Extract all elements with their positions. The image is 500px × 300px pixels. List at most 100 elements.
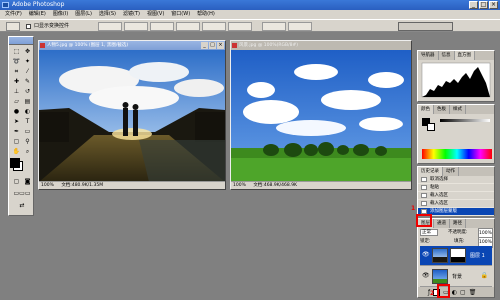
tab-paths[interactable]: 路径 <box>450 219 466 228</box>
menu-edit[interactable]: 编辑(E) <box>29 10 46 19</box>
layer-mask-thumbnail[interactable] <box>450 248 466 263</box>
shape-tool-icon[interactable]: ▭ <box>22 127 33 136</box>
show-transform-checkbox[interactable] <box>26 24 31 29</box>
maximize-button[interactable]: □ <box>479 1 488 9</box>
document-window-portrait[interactable]: 人物5.jpg @ 100% (图层 1, 黑圈/截选) _ □ × 100% 文档… <box>38 40 226 190</box>
menu-image[interactable]: 图像(I) <box>53 10 68 19</box>
lock-label: 锁定: <box>420 239 431 244</box>
layers-panel: 图层 通道 路径 正常 不透明度: 100% 锁定: 填充: 100% 👁 图层… <box>417 218 495 298</box>
healing-brush-tool-icon[interactable]: ✚ <box>11 77 22 86</box>
doc-close-button[interactable]: × <box>217 42 224 49</box>
delete-layer-icon[interactable]: 🗑 <box>469 289 477 296</box>
foreground-color-swatch[interactable] <box>10 158 20 168</box>
brush-tool-icon[interactable]: ✎ <box>22 77 33 86</box>
tab-channels[interactable]: 通道 <box>434 219 450 228</box>
layer-name: 背景 <box>452 274 463 280</box>
distribute-bottom-button[interactable] <box>288 22 312 31</box>
tab-history[interactable]: 历史记录 <box>418 167 443 176</box>
doc-minimize-button[interactable]: _ <box>201 42 208 49</box>
photoshop-app-icon <box>2 2 9 8</box>
align-left-button[interactable] <box>176 22 200 31</box>
magic-wand-tool-icon[interactable]: ✦ <box>22 57 33 66</box>
new-layer-icon[interactable]: ▢ <box>460 289 466 296</box>
blur-tool-icon[interactable]: ● <box>11 107 22 116</box>
visibility-eye-icon[interactable]: 👁 <box>422 273 430 279</box>
crop-tool-icon[interactable]: ⌗ <box>11 67 22 76</box>
align-middle-button[interactable] <box>124 22 148 31</box>
annotation-step-2: 2 <box>430 290 435 297</box>
color-background-swatch[interactable] <box>427 123 435 131</box>
menu-file[interactable]: 文件(F) <box>5 10 22 19</box>
history-item[interactable]: 取消选择 <box>418 176 494 184</box>
clone-stamp-tool-icon[interactable]: ⊥ <box>11 87 22 96</box>
screen-mode-icons[interactable]: ▭▭▭ <box>11 189 33 198</box>
dodge-tool-icon[interactable]: ◐ <box>22 107 33 116</box>
type-tool-icon[interactable]: T <box>22 117 33 126</box>
slice-tool-icon[interactable]: ⁄ <box>22 67 33 76</box>
visibility-eye-icon[interactable]: 👁 <box>422 252 430 258</box>
menu-select[interactable]: 选择(S) <box>99 10 116 19</box>
status-bar-portrait: 100% 文档:480.9K/1.35M <box>39 181 225 189</box>
tab-navigator[interactable]: 导航器 <box>418 51 439 60</box>
show-transform-label: 口显示变换控件 <box>34 23 70 29</box>
menu-window[interactable]: 窗口(W) <box>171 10 190 19</box>
menu-help[interactable]: 帮助(H) <box>197 10 215 19</box>
quick-mask-mode-icon[interactable]: ◙ <box>22 177 33 186</box>
eyedropper-tool-icon[interactable]: ⚲ <box>22 137 33 146</box>
align-center-button[interactable] <box>202 22 226 31</box>
move-tool-icon[interactable]: ✥ <box>22 47 33 56</box>
menu-view[interactable]: 视图(V) <box>147 10 164 19</box>
minimize-button[interactable]: _ <box>469 1 478 9</box>
zoom-tool-icon[interactable]: ⌕ <box>22 147 33 156</box>
distribute-top-button[interactable] <box>262 22 286 31</box>
standard-mode-icon[interactable]: ▢ <box>11 177 22 186</box>
hand-tool-icon[interactable]: ✋ <box>11 147 22 156</box>
layer-row-background[interactable]: 👁 背景 🔒 <box>420 267 492 287</box>
align-top-button[interactable] <box>98 22 122 31</box>
document-title-portrait: 人物5.jpg @ 100% (图层 1, 黑圈/截选) <box>47 43 129 48</box>
new-adjustment-layer-icon[interactable]: ◐ <box>452 289 457 296</box>
tab-swatches[interactable]: 色板 <box>434 105 450 114</box>
tab-styles[interactable]: 样式 <box>450 105 466 114</box>
doc-maximize-button[interactable]: □ <box>209 42 216 49</box>
close-button[interactable]: × <box>489 1 498 9</box>
path-selection-tool-icon[interactable]: ➤ <box>11 117 22 126</box>
menu-layer[interactable]: 图层(L) <box>75 10 92 19</box>
document-window-landscape[interactable]: 风景.jpg @ 100%(RGB/8#) 100% 文档:468.9K/468… <box>230 40 412 190</box>
layer-row-layer1[interactable]: 👁 图层 1 <box>420 246 492 266</box>
blend-opacity-row: 正常 不透明度: 100% <box>418 228 494 239</box>
history-brush-tool-icon[interactable]: ↺ <box>22 87 33 96</box>
color-panel: 颜色 色板 样式 <box>417 104 495 164</box>
align-right-button[interactable] <box>228 22 252 31</box>
canvas-landscape-image[interactable] <box>231 50 411 182</box>
lasso-tool-icon[interactable]: ➰ <box>11 57 22 66</box>
color-ramp[interactable] <box>422 149 492 159</box>
marquee-tool-icon[interactable]: ⬚ <box>11 47 22 56</box>
zoom-level-landscape: 100% <box>233 183 246 188</box>
tab-color[interactable]: 颜色 <box>418 105 434 114</box>
history-item[interactable]: 粘贴 <box>418 184 494 192</box>
navigator-panel: 导航器 信息 直方图 <box>417 50 495 102</box>
gradient-tool-icon[interactable]: ▤ <box>22 97 33 106</box>
tab-histogram[interactable]: 直方图 <box>454 51 475 60</box>
toolbox-header <box>9 37 33 45</box>
jump-to-imageready-icon[interactable]: ⇄ <box>11 201 33 210</box>
doc-size-landscape: 文档:468.9K/468.9K <box>253 183 298 188</box>
blend-mode-select[interactable]: 正常 <box>420 229 438 236</box>
canvas-portrait-image[interactable] <box>39 50 225 182</box>
history-item[interactable]: 载入选区 <box>418 200 494 208</box>
document-title-bar-landscape[interactable]: 风景.jpg @ 100%(RGB/8#) <box>231 41 411 50</box>
tab-actions[interactable]: 动作 <box>443 167 459 176</box>
tab-info[interactable]: 信息 <box>439 51 455 60</box>
menu-filter[interactable]: 滤镜(T) <box>123 10 140 19</box>
app-title-bar: Adobe Photoshop _ □ × <box>0 0 500 10</box>
align-bottom-button[interactable] <box>150 22 174 31</box>
palette-well[interactable] <box>398 22 453 31</box>
pen-tool-icon[interactable]: ✒ <box>11 127 22 136</box>
history-item[interactable]: 载入选区 <box>418 192 494 200</box>
document-title-bar-portrait[interactable]: 人物5.jpg @ 100% (图层 1, 黑圈/截选) _ □ × <box>39 41 225 50</box>
eraser-tool-icon[interactable]: ▱ <box>11 97 22 106</box>
move-tool-preset-icon[interactable] <box>6 22 20 31</box>
notes-tool-icon[interactable]: ▢ <box>11 137 22 146</box>
grayscale-slider[interactable] <box>440 119 490 122</box>
